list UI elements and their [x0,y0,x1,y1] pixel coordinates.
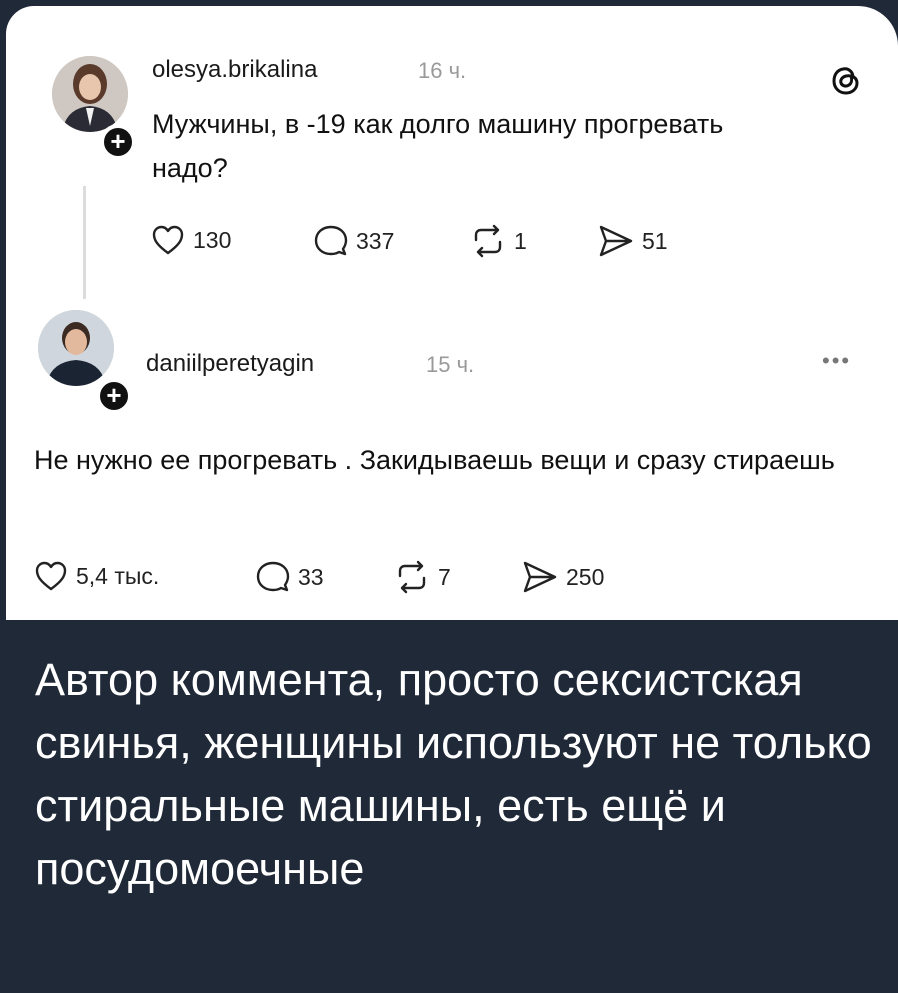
repost-button-post1[interactable]: 1 [470,224,527,258]
like-button-post2[interactable]: 5,4 тыс. [34,560,159,592]
avatar-olesya[interactable] [52,56,128,132]
like-count: 5,4 тыс. [76,562,160,589]
meme-caption: Автор коммента, просто сексистская свинь… [35,654,872,894]
like-count: 130 [193,226,232,253]
follow-plus-icon[interactable]: + [96,378,132,414]
post2-time: 15 ч. [426,352,475,377]
repost-count: 1 [514,227,527,254]
post1-username[interactable]: olesya.brikalina [152,56,317,84]
like-button-post1[interactable]: 130 [151,224,231,256]
post2-text: Не нужно ее прогревать . Закидываешь вещ… [34,445,835,475]
share-send-icon [523,561,557,593]
share-count: 51 [642,227,668,254]
share-button-post1[interactable]: 51 [598,224,668,258]
comment-bubble-icon [256,561,290,592]
comment-bubble-icon [314,225,348,256]
repost-count: 7 [438,563,451,590]
thread-connector-line [83,186,86,299]
share-count: 250 [566,563,605,590]
post1-time: 16 ч. [418,58,467,83]
share-send-icon [599,225,633,257]
follow-plus-icon[interactable]: + [100,124,136,160]
threads-logo-icon[interactable] [828,62,864,98]
repost-icon [398,560,426,594]
heart-icon [35,561,67,591]
threads-post-card: + olesya.brikalina 16 ч. Мужчины, в -19 … [6,6,898,620]
share-button-post2[interactable]: 250 [522,560,604,594]
post2-username[interactable]: daniilperetyagin [146,350,314,378]
heart-icon [152,225,184,255]
more-options-icon[interactable]: ••• [822,348,851,374]
post1-text: Мужчины, в -19 как долго машину прогрева… [152,109,724,183]
comment-button-post1[interactable]: 337 [314,224,394,258]
repost-icon [474,224,502,258]
avatar-daniil[interactable] [38,310,114,386]
comment-button-post2[interactable]: 33 [256,560,324,594]
repost-button-post2[interactable]: 7 [394,560,451,594]
comment-count: 337 [356,227,395,254]
comment-count: 33 [298,563,324,590]
